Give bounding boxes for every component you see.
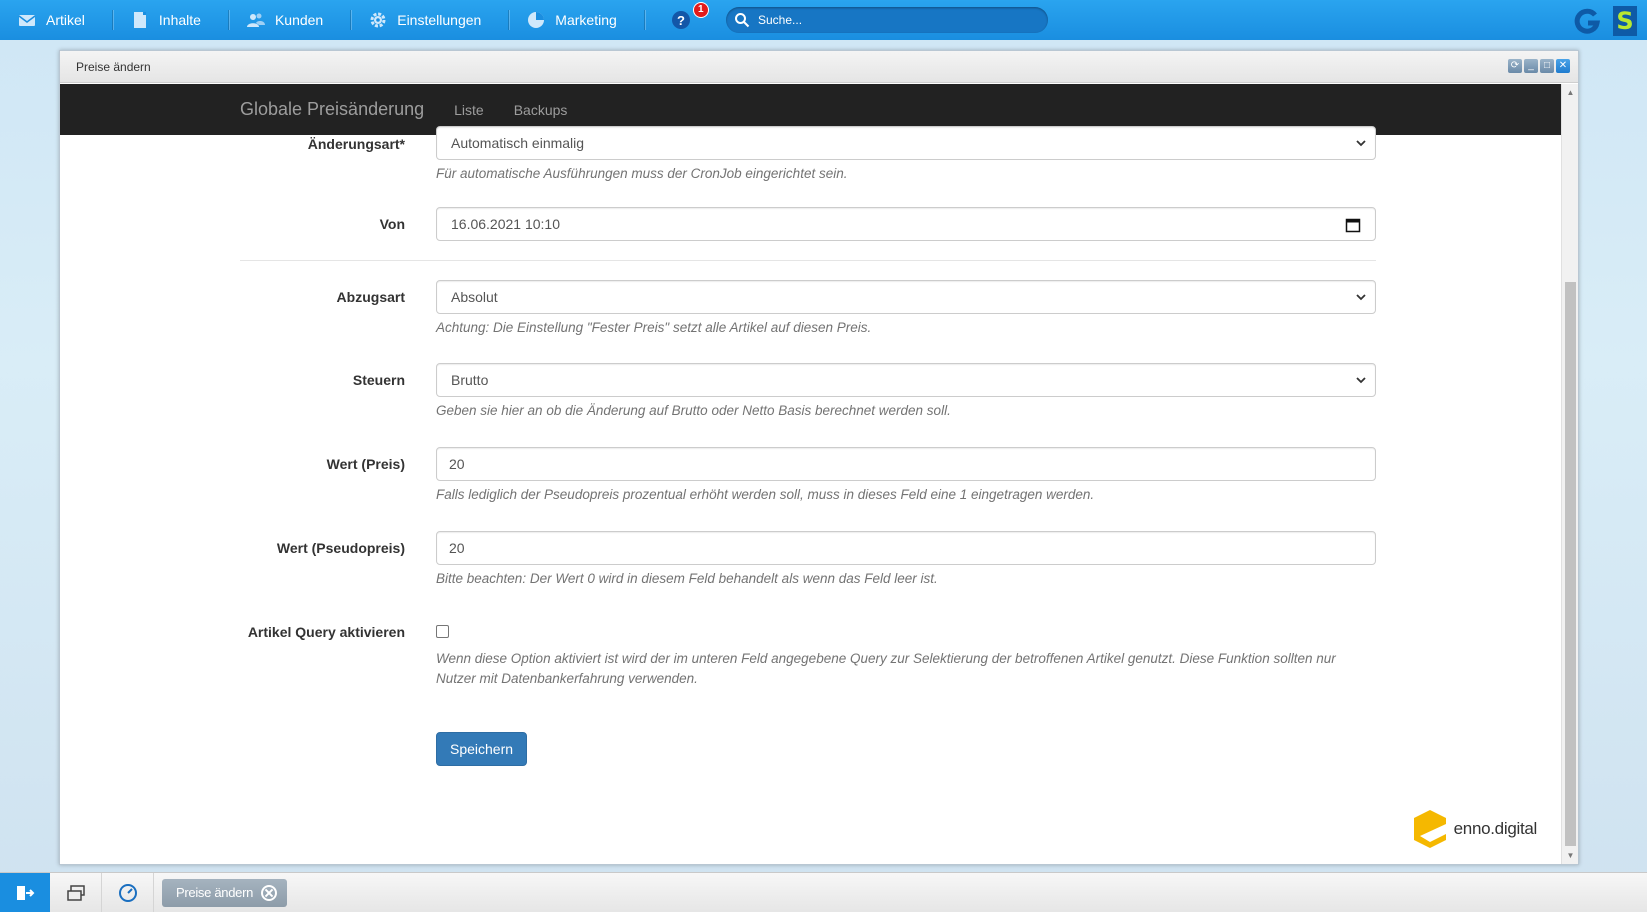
- steuern-help: Geben sie hier an ob die Änderung auf Br…: [436, 403, 951, 418]
- notification-badge: 1: [692, 2, 709, 18]
- window-scrollbar[interactable]: ▲ ▼: [1561, 84, 1578, 864]
- abzugsart-value: Absolut: [451, 289, 498, 305]
- envelope-icon: [18, 11, 36, 29]
- chevron-down-icon: [1356, 294, 1366, 301]
- search-box[interactable]: [726, 7, 1048, 33]
- close-tab-icon[interactable]: [261, 884, 278, 901]
- g-logo-icon: [1574, 8, 1601, 34]
- artikel-query-checkbox[interactable]: [436, 625, 449, 638]
- window-controls: ⟳ _ □ ✕: [1508, 59, 1570, 73]
- nav-artikel-label: Artikel: [46, 12, 85, 28]
- nav-einstellungen[interactable]: Einstellungen: [351, 0, 510, 40]
- nav-einstellungen-label: Einstellungen: [397, 12, 482, 28]
- scrollbar-thumb[interactable]: [1565, 282, 1576, 846]
- nav-kunden-label: Kunden: [274, 12, 324, 28]
- windows-icon: [66, 884, 85, 901]
- wert-preis-value: 20: [449, 456, 465, 472]
- taskbar-tab-label: Preise ändern: [176, 885, 254, 900]
- windows-button[interactable]: [50, 872, 102, 912]
- pie-chart-icon: [527, 11, 545, 29]
- svg-text:?: ?: [677, 13, 685, 28]
- dashboard-button[interactable]: [102, 872, 154, 912]
- abzugsart-label: Abzugsart: [336, 289, 405, 305]
- calendar-icon[interactable]: [1345, 217, 1361, 233]
- top-bar: Artikel Inhalte Kunden Einstellungen Mar…: [0, 0, 1647, 40]
- chevron-down-icon: [1356, 377, 1366, 384]
- enno-e-logo-icon: [1413, 810, 1446, 848]
- chevron-down-icon: [1356, 140, 1366, 147]
- window-titlebar[interactable]: Preise ändern ⟳ _ □ ✕: [60, 51, 1578, 83]
- abzugsart-select[interactable]: Absolut: [436, 280, 1376, 314]
- steuern-select[interactable]: Brutto: [436, 363, 1376, 397]
- inner-nav-liste[interactable]: Liste: [454, 102, 484, 118]
- steuern-label: Steuern: [352, 372, 405, 388]
- wert-pseudopreis-input[interactable]: 20: [436, 531, 1376, 565]
- search-input[interactable]: [758, 13, 1028, 27]
- nav-marketing-label: Marketing: [555, 12, 617, 28]
- gear-icon: [369, 11, 387, 29]
- brand-area: S: [1573, 6, 1637, 36]
- wert-preis-input[interactable]: 20: [436, 447, 1376, 481]
- von-label: Von: [379, 216, 405, 232]
- wert-pseudopreis-label: Wert (Pseudopreis): [276, 540, 405, 556]
- aenderungsart-select[interactable]: Automatisch einmalig: [436, 126, 1376, 160]
- aenderungsart-label: Änderungsart*: [307, 136, 405, 152]
- save-button[interactable]: Speichern: [436, 732, 528, 766]
- artikel-query-help: Wenn diese Option aktiviert ist wird der…: [436, 651, 1336, 686]
- nav-inhalte-label: Inhalte: [158, 12, 201, 28]
- wert-pseudopreis-value: 20: [449, 540, 465, 556]
- search-icon: [735, 13, 750, 28]
- users-icon: [246, 11, 265, 29]
- artikel-query-label: Artikel Query aktivieren: [247, 624, 405, 640]
- von-datetime-input[interactable]: 16.06.2021 10:10: [436, 207, 1376, 241]
- nav-marketing[interactable]: Marketing: [509, 0, 646, 40]
- minimize-icon[interactable]: _: [1524, 59, 1538, 73]
- wert-preis-label: Wert (Preis): [326, 456, 405, 472]
- inner-nav-backups[interactable]: Backups: [514, 102, 568, 118]
- refresh-icon[interactable]: ⟳: [1508, 59, 1522, 73]
- taskbar: Preise ändern: [0, 872, 1647, 912]
- window-preise-aendern: Preise ändern ⟳ _ □ ✕ Globale Preisänder…: [59, 50, 1579, 865]
- scroll-down-icon[interactable]: ▼: [1562, 847, 1579, 864]
- enno-logo-text: enno.digital: [1453, 819, 1538, 838]
- nav-artikel[interactable]: Artikel: [0, 0, 113, 40]
- logout-icon: [17, 885, 35, 900]
- s-logo-icon: S: [1613, 6, 1637, 36]
- form-divider: [240, 260, 1376, 261]
- aenderungsart-value: Automatisch einmalig: [451, 135, 585, 151]
- abzugsart-help: Achtung: Die Einstellung "Fester Preis" …: [436, 320, 872, 335]
- von-value: 16.06.2021 10:10: [451, 216, 560, 232]
- nav-inhalte[interactable]: Inhalte: [113, 0, 230, 40]
- logout-button[interactable]: [0, 872, 50, 912]
- dashboard-gauge-icon: [118, 883, 137, 902]
- window-title: Preise ändern: [76, 59, 151, 74]
- steuern-value: Brutto: [451, 372, 489, 388]
- help-icon: ?: [671, 11, 690, 29]
- window-content: Globale Preisänderung Liste Backups Ände…: [60, 84, 1561, 864]
- wert-pseudopreis-help: Bitte beachten: Der Wert 0 wird in diese…: [436, 571, 938, 586]
- enno-digital-logo: enno.digital: [1410, 806, 1537, 852]
- close-icon[interactable]: ✕: [1556, 59, 1570, 73]
- document-icon: [131, 11, 149, 29]
- taskbar-tab-preise-aendern[interactable]: Preise ändern: [162, 878, 288, 907]
- maximize-icon[interactable]: □: [1540, 59, 1554, 73]
- wert-preis-help: Falls lediglich der Pseudopreis prozentu…: [436, 487, 1095, 502]
- aenderungsart-help: Für automatische Ausführungen muss der C…: [436, 166, 848, 181]
- nav-kunden[interactable]: Kunden: [229, 0, 352, 40]
- help-button[interactable]: ? 1: [671, 2, 709, 30]
- inner-nav-brand[interactable]: Globale Preisänderung: [240, 99, 424, 120]
- scroll-up-icon[interactable]: ▲: [1562, 84, 1579, 101]
